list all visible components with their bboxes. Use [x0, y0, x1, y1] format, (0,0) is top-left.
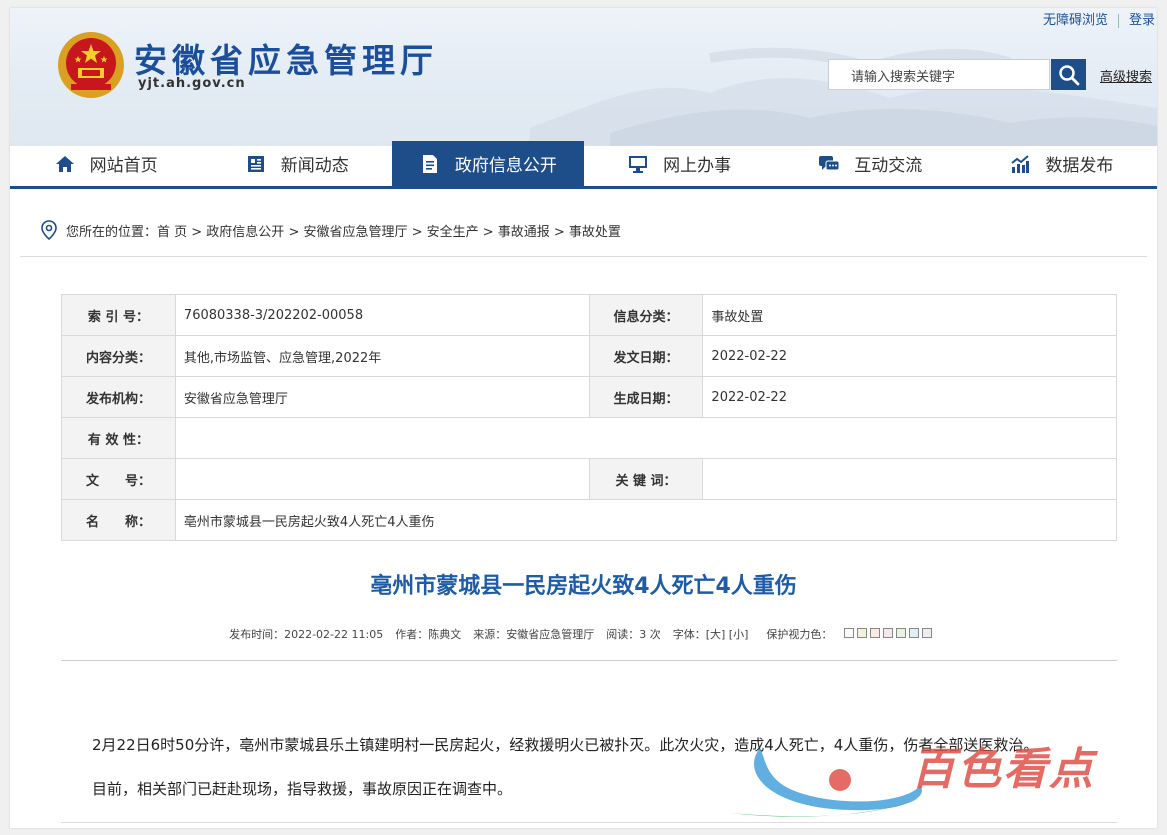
author: 作者：陈典文 — [395, 628, 462, 641]
nav-label: 新闻动态 — [280, 156, 349, 176]
nav-label: 网上办事 — [663, 156, 732, 176]
content-label: 内容分类： — [61, 335, 176, 377]
content-value: 其他,市场监管、应急管理,2022年 — [174, 335, 590, 377]
eye-color-swatches[interactable] — [843, 628, 932, 638]
nav-label: 网站首页 — [89, 156, 158, 176]
table-row: 名 称： 亳州市蒙城县一民房起火致4人死亡4人重伤 — [61, 499, 1118, 541]
source: 来源：安徽省应急管理厅 — [473, 628, 595, 641]
article-title: 亳州市蒙城县一民房起火致4人死亡4人重伤 — [370, 574, 797, 599]
keywords-label: 关 键 词： — [588, 458, 704, 500]
national-emblem-icon — [58, 32, 124, 98]
chart-icon — [1009, 153, 1031, 175]
page-frame: 安徽省应急管理厅 yjt.ah.gov.cn 无障碍浏览 登录 请输入搜索关键字… — [10, 8, 1157, 828]
nav-label: 互动交流 — [854, 156, 923, 176]
read-count: 阅读：3 次 — [606, 628, 661, 641]
site-domain: yjt.ah.gov.cn — [138, 76, 246, 91]
login-link[interactable]: 登录 — [1119, 14, 1157, 28]
doc-no-label: 文 号： — [61, 458, 176, 500]
swatch[interactable] — [843, 628, 854, 638]
swatch[interactable] — [895, 628, 906, 638]
name-value: 亳州市蒙城县一民房起火致4人死亡4人重伤 — [174, 499, 1118, 541]
divider — [61, 660, 1117, 661]
issue-date-value: 2022-02-22 — [702, 335, 1117, 377]
article-paragraph: 目前，相关部门已赶赴现场，指导救援，事故原因正在调查中。 — [92, 780, 513, 798]
home-icon — [54, 153, 76, 175]
nav-item-data[interactable]: 数据发布 — [966, 141, 1157, 186]
publisher-value: 安徽省应急管理厅 — [174, 376, 590, 418]
swatch[interactable] — [869, 628, 880, 638]
swatch[interactable] — [856, 628, 867, 638]
location-pin-icon — [41, 220, 57, 240]
document-icon — [419, 153, 441, 175]
table-row: 索 引 号： 76080338-3/202202-00058 信息分类： 事故处… — [61, 294, 1117, 336]
nav-label: 政府信息公开 — [454, 156, 557, 176]
watermark-text: 百色看点 — [911, 744, 1095, 795]
accessibility-link[interactable]: 无障碍浏览 — [1033, 14, 1119, 28]
name-label: 名 称： — [61, 499, 176, 541]
article-meta: 发布时间：2022-02-22 11:05 作者：陈典文 来源：安徽省应急管理厅… — [10, 626, 1157, 642]
nav-item-news[interactable]: 新闻动态 — [201, 141, 392, 186]
table-row: 发布机构： 安徽省应急管理厅 生成日期： 2022-02-22 — [61, 376, 1117, 418]
breadcrumb-prefix: 您所在的位置： — [66, 224, 158, 240]
table-row: 文 号： 关 键 词： — [61, 458, 1117, 500]
index-label: 索 引 号： — [61, 294, 176, 336]
nav-item-interaction[interactable]: 互动交流 — [775, 141, 966, 186]
issue-date-label: 发文日期： — [588, 335, 704, 377]
validity-label: 有 效 性： — [61, 417, 176, 459]
advanced-search-link[interactable]: 高级搜索 — [1100, 66, 1152, 85]
nav-item-home[interactable]: 网站首页 — [10, 141, 201, 186]
table-row: 内容分类： 其他,市场监管、应急管理,2022年 发文日期： 2022-02-2… — [61, 335, 1117, 377]
top-links: 无障碍浏览 登录 — [1033, 14, 1157, 28]
monitor-icon — [627, 153, 649, 175]
keywords-value — [702, 458, 1117, 500]
gen-date-label: 生成日期： — [588, 376, 704, 418]
doc-no-value — [174, 458, 590, 500]
search-icon — [1058, 64, 1079, 85]
publisher-label: 发布机构： — [61, 376, 176, 418]
nav-item-online-service[interactable]: 网上办事 — [584, 141, 775, 186]
swatch[interactable] — [921, 628, 932, 638]
search-input[interactable]: 请输入搜索关键字 — [828, 59, 1050, 90]
breadcrumb-path[interactable]: 首 页 > 政府信息公开 > 安徽省应急管理厅 > 安全生产 > 事故通报 > … — [157, 221, 621, 240]
validity-value — [174, 417, 1118, 459]
divider — [20, 256, 1147, 257]
main-nav: 网站首页 新闻动态 政府信息公开 网上办事 互动交流 数据发布 — [10, 141, 1157, 189]
search-button[interactable] — [1051, 59, 1086, 90]
category-label: 信息分类： — [588, 294, 704, 336]
nav-label: 数据发布 — [1045, 156, 1114, 176]
swatch[interactable] — [908, 628, 919, 638]
font-size-control[interactable]: 字体：[大] [小] — [673, 626, 749, 642]
news-icon — [245, 153, 267, 175]
breadcrumb: 您所在的位置： 首 页 > 政府信息公开 > 安徽省应急管理厅 > 安全生产 >… — [40, 220, 621, 240]
info-table: 索 引 号： 76080338-3/202202-00058 信息分类： 事故处… — [61, 294, 1118, 541]
divider — [61, 822, 1117, 823]
table-row: 有 效 性： — [61, 417, 1118, 459]
nav-item-gov-info[interactable]: 政府信息公开 — [392, 141, 584, 186]
site-title: 安徽省应急管理厅 — [134, 41, 438, 80]
category-value: 事故处置 — [702, 294, 1117, 336]
eye-color-label: 保护视力色： — [760, 626, 938, 642]
swatch[interactable] — [882, 628, 893, 638]
site-header: 安徽省应急管理厅 yjt.ah.gov.cn 无障碍浏览 登录 请输入搜索关键字… — [10, 8, 1157, 146]
gen-date-value: 2022-02-22 — [702, 376, 1117, 418]
index-value: 76080338-3/202202-00058 — [174, 294, 590, 336]
publish-time: 发布时间：2022-02-22 11:05 — [229, 628, 384, 641]
chat-icon — [818, 153, 840, 175]
